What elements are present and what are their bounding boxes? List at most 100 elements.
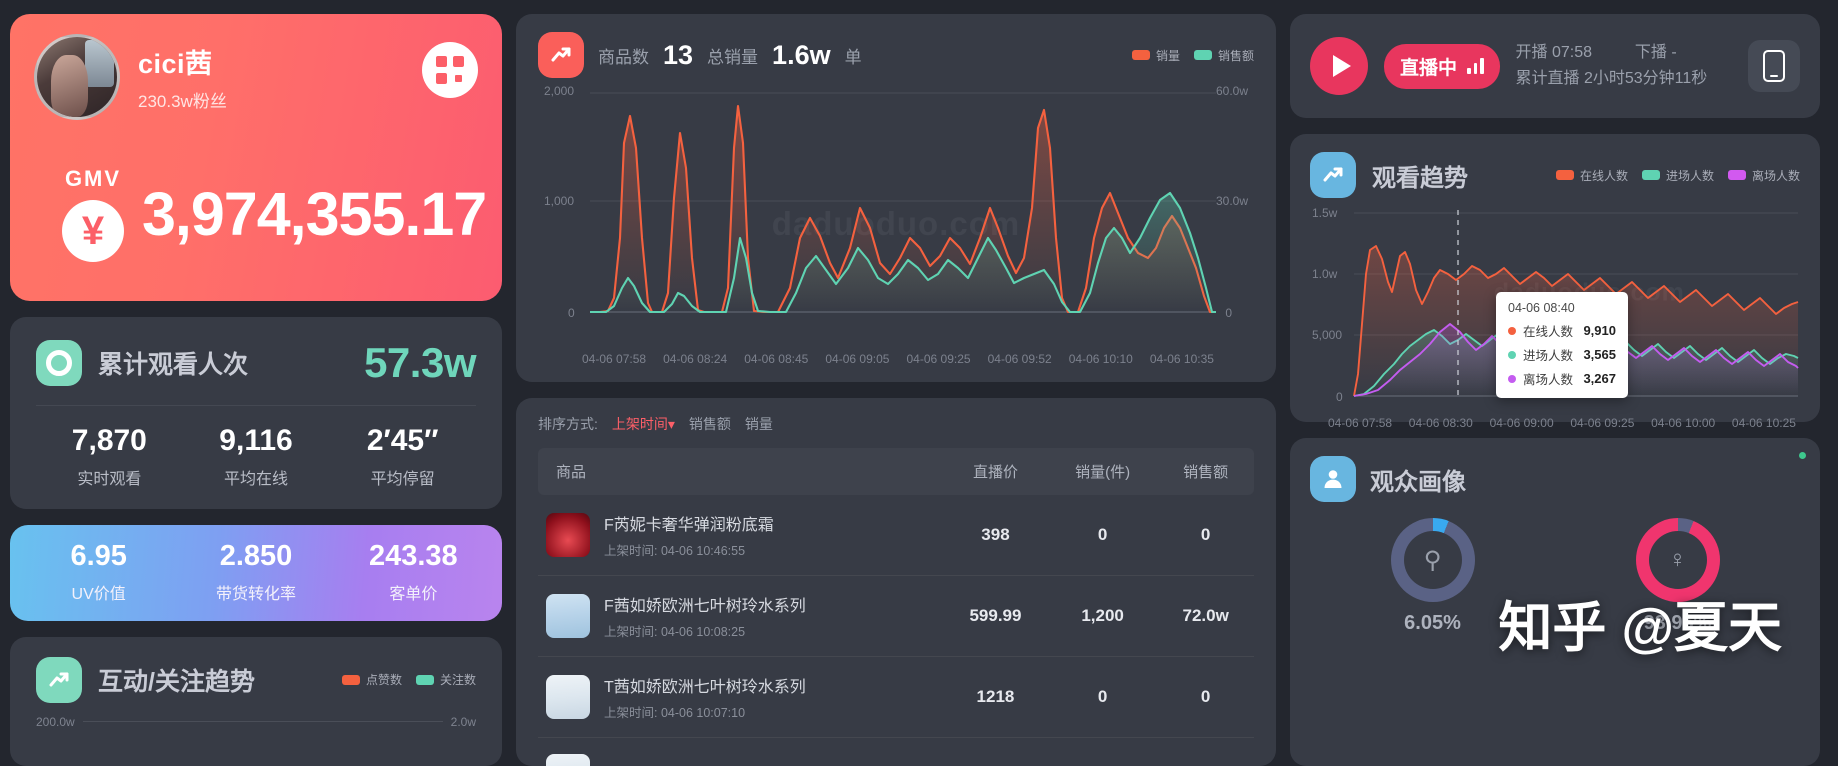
gender-female: ♀ 93.95% bbox=[1635, 518, 1720, 635]
female-donut-chart: ♀ bbox=[1635, 518, 1720, 602]
table-row[interactable]: F芮妮卡奢华弹润粉底霜 上架时间: 04-06 10:46:55 398 0 0 bbox=[538, 495, 1254, 576]
tooltip-label: 进场人数 bbox=[1523, 349, 1574, 363]
qr-code-button[interactable] bbox=[422, 42, 478, 98]
audience-portrait-card: 观众画像 ⚲ 6.05% ♀ 93.95% bbox=[1290, 438, 1820, 766]
profile-text: cici茜 230.3w粉丝 bbox=[138, 42, 227, 112]
x-tick: 04-06 07:58 bbox=[582, 352, 647, 366]
cell-sales-volume: 0 bbox=[1047, 495, 1158, 576]
x-tick: 04-06 10:25 bbox=[1731, 416, 1796, 430]
sales-x-axis: 04-06 07:58 04-06 08:24 04-06 08:45 04-0… bbox=[538, 352, 1254, 366]
table-row[interactable]: T茜如娇欧洲七叶树玲水系列 上架时间: 04-06 10:07:10 1218 … bbox=[538, 656, 1254, 738]
tooltip-dot bbox=[1508, 350, 1516, 359]
female-percent: 93.95% bbox=[1643, 612, 1712, 634]
male-percent: 6.05% bbox=[1404, 612, 1461, 634]
interaction-trend-card: 互动/关注趋势 点赞数 关注数 200.0w 2.0w bbox=[10, 636, 502, 766]
cell-product bbox=[538, 737, 943, 766]
product-listing-time: 上架时间: 04-06 10:08:25 bbox=[604, 625, 746, 639]
table-row[interactable]: F茜如娇欧洲七叶树玲水系列 上架时间: 04-06 10:08:25 599.9… bbox=[538, 575, 1254, 657]
column-live-price[interactable]: 直播价 bbox=[942, 448, 1048, 495]
legend-label: 销量 bbox=[1155, 48, 1180, 63]
sort-option-listing-time[interactable]: 上架时间▾ bbox=[612, 414, 675, 434]
legend-item-leave[interactable]: 离场人数 bbox=[1727, 167, 1800, 184]
product-name: F芮妮卡奢华弹润粉底霜 bbox=[604, 517, 774, 534]
column-sales-amount[interactable]: 销售额 bbox=[1157, 448, 1254, 495]
user-icon bbox=[1310, 456, 1356, 502]
signal-bars-icon bbox=[1467, 58, 1484, 74]
x-tick: 04-06 10:10 bbox=[1068, 352, 1133, 366]
trend-up-icon bbox=[36, 656, 82, 703]
cell-product: T茜如娇欧洲七叶树玲水系列 上架时间: 04-06 10:07:10 bbox=[538, 656, 943, 738]
tooltip-time: 04-06 08:40 bbox=[1508, 301, 1575, 315]
legend-item-follows[interactable]: 关注数 bbox=[415, 671, 476, 688]
table-header-row: 商品 直播价 销量(件) 销售额 bbox=[538, 448, 1254, 495]
watch-trend-title-group: 观看趋势 bbox=[1310, 152, 1468, 198]
product-listing-time: 上架时间: 04-06 10:07:10 bbox=[604, 706, 746, 720]
watch-trend-plot: daduoduo.com 1.5w 1.0w 5,000 0 bbox=[1310, 204, 1800, 416]
legend-item-online[interactable]: 在线人数 bbox=[1555, 167, 1628, 184]
tooltip-label: 在线人数 bbox=[1523, 325, 1574, 339]
product-table: 商品 直播价 销量(件) 销售额 F芮妮卡奢华弹润粉底霜 上架时间: 04-06… bbox=[538, 448, 1254, 766]
cell-product: F茜如娇欧洲七叶树玲水系列 上架时间: 04-06 10:08:25 bbox=[538, 575, 943, 657]
stat-value: 2′45″ bbox=[366, 423, 439, 457]
x-tick: 04-06 08:45 bbox=[744, 352, 809, 366]
cell-sales-volume: 0 bbox=[1047, 656, 1158, 738]
label-total-sales: 总销量 bbox=[707, 47, 759, 67]
sales-chart-plot: daduoduo.com 2,000 1,000 0 60.0w 30.0w 0 bbox=[538, 84, 1254, 350]
product-thumbnail bbox=[546, 594, 590, 638]
cell-live-price: 1218 bbox=[942, 656, 1048, 738]
legend-swatch bbox=[1555, 170, 1574, 180]
legend-label: 在线人数 bbox=[1579, 168, 1628, 183]
live-status-text: 直播中 bbox=[1400, 57, 1458, 79]
product-thumbnail bbox=[546, 675, 590, 719]
column-product[interactable]: 商品 bbox=[538, 448, 943, 495]
eye-icon bbox=[36, 339, 82, 386]
column-sales-volume[interactable]: 销量(件) bbox=[1047, 448, 1158, 495]
x-tick: 04-06 09:25 bbox=[906, 352, 971, 366]
sort-option-sales-amount[interactable]: 销售额 bbox=[689, 414, 731, 434]
right-column: 直播中 开播 07:58 下播 - 累计直播 2小时53分钟11秒 观看趋势 在… bbox=[1290, 14, 1820, 766]
legend-item-enter[interactable]: 进场人数 bbox=[1641, 167, 1714, 184]
gmv-badge: GMV ¥ bbox=[62, 166, 124, 262]
table-body: F芮妮卡奢华弹润粉底霜 上架时间: 04-06 10:46:55 398 0 0 bbox=[538, 495, 1254, 766]
x-tick: 04-06 09:52 bbox=[987, 352, 1052, 366]
metric-label: 客单价 bbox=[389, 585, 438, 603]
tooltip-dot bbox=[1508, 374, 1516, 383]
audience-title: 观众画像 bbox=[1370, 468, 1466, 496]
trend-up-icon bbox=[1310, 152, 1356, 198]
legend-item-likes[interactable]: 点赞数 bbox=[341, 671, 402, 688]
metric-value: 243.38 bbox=[368, 539, 458, 572]
male-gender-icon: ⚲ bbox=[1423, 546, 1442, 574]
legend-item-sales-volume[interactable]: 销量 bbox=[1131, 47, 1180, 64]
legend-item-sales-amount[interactable]: 销售额 bbox=[1193, 47, 1254, 64]
mobile-preview-button[interactable] bbox=[1748, 40, 1800, 92]
interaction-y-left-top: 200.0w bbox=[36, 714, 75, 729]
interaction-trend-header: 互动/关注趋势 点赞数 关注数 bbox=[36, 656, 476, 703]
legend-swatch bbox=[1727, 170, 1746, 180]
cumulative-watch-title-group: 累计观看人次 bbox=[36, 339, 248, 386]
tooltip-label: 离场人数 bbox=[1523, 373, 1574, 387]
interaction-legend: 点赞数 关注数 bbox=[341, 671, 476, 688]
legend-label: 点赞数 bbox=[365, 673, 402, 688]
live-duration: 累计直播 2小时53分钟11秒 bbox=[1515, 70, 1708, 87]
cumulative-watch-value: 57.3w bbox=[364, 338, 476, 386]
avatar bbox=[34, 34, 120, 120]
cell-sales-volume bbox=[1047, 737, 1158, 766]
left-column: cici茜 230.3w粉丝 GMV ¥ 3,974,355.17 累计观看人次… bbox=[10, 14, 502, 766]
sales-chart-card: 商品数 13 总销量 1.6w 单 销量 销售额 daduoduo.com 2,… bbox=[516, 14, 1276, 382]
gender-male: ⚲ 6.05% bbox=[1390, 518, 1475, 635]
cell-sales-volume: 1,200 bbox=[1047, 575, 1158, 657]
x-tick: 04-06 08:30 bbox=[1408, 416, 1473, 430]
live-status-badge: 直播中 bbox=[1384, 43, 1500, 89]
play-button[interactable] bbox=[1310, 37, 1368, 95]
metric-average-order: 243.38 客单价 bbox=[335, 540, 492, 604]
table-row[interactable] bbox=[538, 737, 1254, 766]
stat-realtime-viewers: 7,870 实时观看 bbox=[36, 424, 183, 489]
sort-option-sales-volume[interactable]: 销量 bbox=[745, 414, 773, 434]
watch-trend-tooltip: 04-06 08:40 在线人数 9,910 进场人数 3,565 离场人数 3… bbox=[1496, 292, 1628, 398]
product-name: F茜如娇欧洲七叶树玲水系列 bbox=[604, 598, 806, 615]
metric-uv-value: 6.95 UV价值 bbox=[20, 540, 177, 604]
x-tick: 04-06 10:00 bbox=[1651, 416, 1716, 430]
label-unit: 单 bbox=[844, 47, 862, 67]
sales-summary: 商品数 13 总销量 1.6w 单 bbox=[538, 32, 862, 78]
watch-trend-header: 观看趋势 在线人数 进场人数 离场人数 bbox=[1310, 152, 1800, 198]
